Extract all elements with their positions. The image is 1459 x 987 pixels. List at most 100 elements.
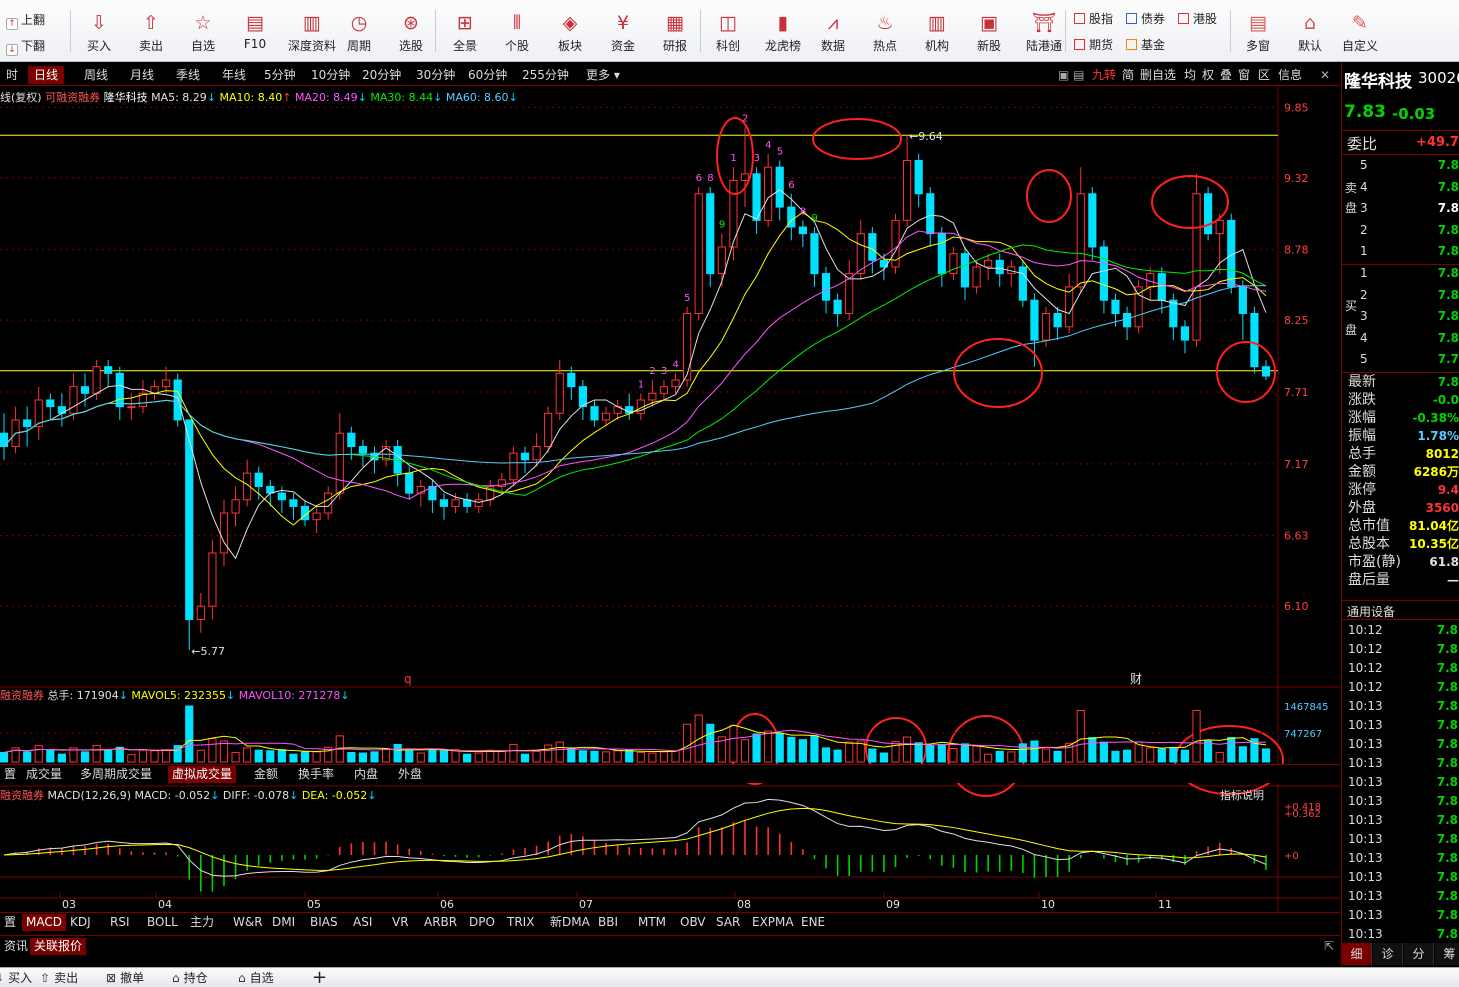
multi-window-button[interactable]: ▤ 多窗: [1238, 2, 1278, 60]
sell-level[interactable]: 5: [1360, 158, 1368, 172]
sell-level[interactable]: 3: [1360, 201, 1368, 215]
hk-stock-button[interactable]: 港股: [1178, 10, 1217, 28]
layers-toolbar-button[interactable]: ◈ 板块: [551, 2, 589, 60]
indicator-tab[interactable]: ARBR: [420, 914, 461, 931]
hk-connect-toolbar-button[interactable]: ⛩ 陆港通: [1022, 2, 1066, 60]
f9-toolbar-button[interactable]: ▥ 深度资料: [286, 2, 338, 60]
right-panel-tab[interactable]: 分: [1404, 943, 1434, 965]
right-panel-tab[interactable]: 细: [1342, 943, 1372, 965]
chart-tool-button[interactable]: 九转: [1092, 66, 1116, 84]
volume-tab[interactable]: 换手率: [294, 766, 338, 783]
indicator-tab[interactable]: MTM: [634, 914, 670, 931]
star-toolbar-button[interactable]: ☆ 自选: [184, 2, 222, 60]
period-tab[interactable]: 30分钟: [410, 66, 461, 84]
period-tab[interactable]: 月线: [124, 66, 160, 84]
yuan-toolbar-button[interactable]: ¥ 资金: [604, 2, 642, 60]
ipo-toolbar-button[interactable]: ▣ 新股: [970, 2, 1008, 60]
volume-tab[interactable]: 金额: [250, 766, 282, 783]
chart-tool-button[interactable]: 删自选: [1140, 66, 1176, 84]
sell-level[interactable]: 2: [1360, 223, 1368, 237]
indicator-tab[interactable]: EXPMA: [748, 914, 798, 931]
sell-toolbar-button[interactable]: ⇧ 卖出: [132, 2, 170, 60]
buy-toolbar-button[interactable]: ⇩ 买入: [80, 2, 118, 60]
fund-button[interactable]: 基金: [1126, 36, 1165, 54]
chart-tool-button[interactable]: 区: [1258, 66, 1270, 84]
indicator-tab[interactable]: ASI: [349, 914, 376, 931]
indicator-tab[interactable]: 新DMA: [546, 914, 594, 931]
indicator-tab[interactable]: MACD: [22, 914, 66, 931]
home-button[interactable]: ⌂ 默认: [1290, 2, 1330, 60]
indicator-explain-link[interactable]: 指标说明: [1220, 788, 1264, 802]
candle[interactable]: [1018, 260, 1027, 307]
indicator-tab[interactable]: W&R: [229, 914, 267, 931]
volume-tab[interactable]: 多周期成交量: [76, 766, 156, 783]
volume-tab[interactable]: 外盘: [394, 766, 426, 783]
candle[interactable]: [1204, 187, 1213, 241]
expand-panel-icon[interactable]: ⇱: [1320, 938, 1338, 955]
indicator-tab[interactable]: SAR: [712, 914, 744, 931]
candle[interactable]: [694, 187, 703, 321]
period-tab[interactable]: 20分钟: [356, 66, 407, 84]
volume-tab[interactable]: 内盘: [350, 766, 382, 783]
right-panel-tab[interactable]: 筹: [1435, 943, 1459, 965]
close-panel-icon[interactable]: ✕: [1320, 66, 1330, 84]
page-up-button[interactable]: ↑ 上翻: [6, 10, 66, 30]
candle[interactable]: [729, 167, 738, 261]
period-tab[interactable]: 日线: [28, 66, 65, 84]
holdings-button[interactable]: ⌂ 持仓: [172, 969, 208, 987]
chart-tool-button[interactable]: 均: [1184, 66, 1196, 84]
panorama-toolbar-button[interactable]: ⊞ 全景: [446, 2, 484, 60]
data-chart-toolbar-button[interactable]: ⩘ 数据: [814, 2, 852, 60]
period-tab[interactable]: 年线: [216, 66, 252, 84]
indicator-tab[interactable]: OBV: [676, 914, 710, 931]
chart-tool-button[interactable]: 窗: [1238, 66, 1250, 84]
indicator-tab[interactable]: VR: [388, 914, 413, 931]
period-tab[interactable]: 255分钟: [516, 66, 575, 84]
stock-picker-toolbar-button[interactable]: ⊛ 选股: [392, 2, 430, 60]
indicator-tab[interactable]: RSI: [106, 914, 134, 931]
candlestick-toolbar-button[interactable]: ⫴ 个股: [498, 2, 536, 60]
indicator-tab[interactable]: TRIX: [503, 914, 538, 931]
chart-tool-button[interactable]: 叠: [1220, 66, 1232, 84]
chart-tool-button[interactable]: 权: [1202, 66, 1214, 84]
right-panel-tab[interactable]: 诊: [1373, 943, 1403, 965]
bond-button[interactable]: 债券: [1126, 10, 1165, 28]
indicator-tab[interactable]: KDJ: [66, 914, 95, 931]
institution-toolbar-button[interactable]: ▥ 机构: [918, 2, 956, 60]
volume-tab[interactable]: 置: [0, 766, 20, 783]
period-tab[interactable]: 周线: [78, 66, 114, 84]
sell-level[interactable]: 4: [1360, 180, 1368, 194]
indicator-tab[interactable]: DMI: [268, 914, 299, 931]
candle[interactable]: [1134, 280, 1143, 334]
volume-tab[interactable]: 成交量: [22, 766, 66, 783]
period-tab[interactable]: 季线: [170, 66, 206, 84]
index-futures-button[interactable]: 股指: [1074, 10, 1113, 28]
custom-layout-button[interactable]: ✎ 自定义: [1340, 2, 1380, 60]
info-tab[interactable]: 关联报价: [30, 938, 87, 955]
period-tab[interactable]: 更多 ▾: [580, 66, 626, 84]
buy-level[interactable]: 2: [1360, 288, 1368, 302]
indicator-tab[interactable]: 主力: [186, 914, 218, 931]
indicator-tab[interactable]: 置: [0, 914, 20, 931]
period-tab[interactable]: 5分钟: [258, 66, 302, 84]
page-down-button[interactable]: ↓ 下翻: [6, 36, 66, 56]
volume-tab[interactable]: 虚拟成交量: [168, 766, 237, 783]
report-toolbar-button[interactable]: ▦ 研报: [656, 2, 694, 60]
flame-toolbar-button[interactable]: ♨ 热点: [866, 2, 904, 60]
sci-tech-toolbar-button[interactable]: ◫ 科创: [709, 2, 747, 60]
candle[interactable]: [1192, 173, 1201, 347]
indicator-tab[interactable]: BOLL: [143, 914, 182, 931]
buy-level[interactable]: 1: [1360, 266, 1368, 280]
info-tab[interactable]: 资讯: [0, 938, 32, 955]
buy-level[interactable]: 5: [1360, 352, 1368, 366]
clock-toolbar-button[interactable]: ◷ 周期: [340, 2, 378, 60]
chart-tool-button[interactable]: 简: [1122, 66, 1134, 84]
kline-chart[interactable]: 9.85 9.32 8.78 8.25 7.71 7.17 6.63 6.10 线(复权) 可融…: [0, 86, 1340, 967]
add-button[interactable]: +: [312, 969, 327, 987]
futures-button[interactable]: 期货: [1074, 36, 1113, 54]
indicator-tab[interactable]: BIAS: [306, 914, 342, 931]
period-tab[interactable]: 10分钟: [305, 66, 356, 84]
buy-level[interactable]: 3: [1360, 309, 1368, 323]
cancel-order-button[interactable]: ⊠ 撤单: [106, 969, 144, 987]
candle[interactable]: [185, 419, 194, 651]
